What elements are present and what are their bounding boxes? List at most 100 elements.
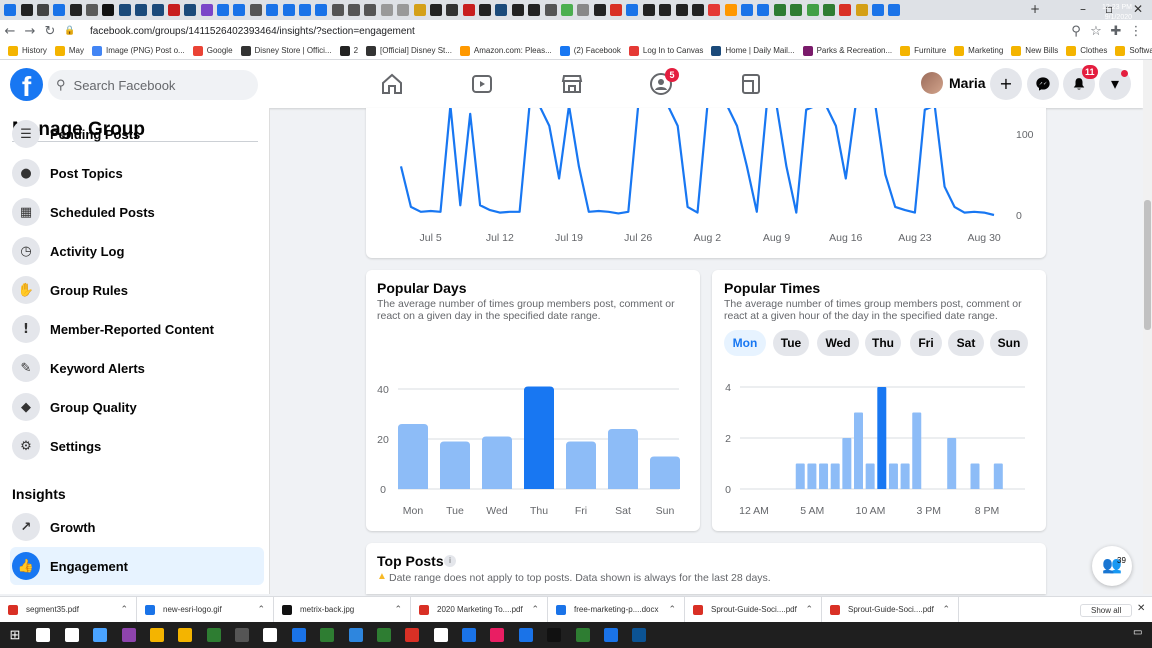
bookmark-item[interactable]: Google [192,45,233,56]
browser-tab-icon[interactable] [364,4,377,16]
chevron-up-icon[interactable]: ⌃ [805,604,813,615]
browser-tab-icon[interactable] [560,4,573,16]
windows-start-icon[interactable]: ⊞ [8,628,22,642]
sidebar-item-growth[interactable]: ↗ Growth [10,509,264,545]
bookmark-item[interactable]: Software [1115,45,1152,56]
browser-tab-icon[interactable] [741,4,754,16]
bar[interactable] [947,438,957,489]
browser-tab-icon[interactable] [233,4,246,16]
browser-tab-icon[interactable] [577,4,590,16]
browser-tab-icon[interactable] [36,4,49,16]
bookmark-item[interactable]: 2 [339,45,358,56]
taskbar-app-icon[interactable] [121,628,136,642]
browser-tab-icon[interactable] [348,4,361,16]
browser-tab-icon[interactable] [462,4,475,16]
bookmark-item[interactable]: May [54,45,84,56]
bar[interactable] [795,463,805,490]
browser-tab-icon[interactable] [855,4,868,16]
browser-tab-icon[interactable] [773,4,786,16]
new-tab-icon[interactable]: + [1030,2,1040,16]
browser-tab-icon[interactable] [659,4,672,16]
sidebar-item-keyword-alerts[interactable]: ✎ Keyword Alerts [10,350,264,386]
browser-tab-icon[interactable] [184,4,197,16]
taskbar-app-icon[interactable] [178,628,193,642]
chevron-up-icon[interactable]: ⌃ [942,604,950,615]
taskbar-app-icon[interactable] [376,628,391,642]
taskbar-app-icon[interactable] [518,628,533,642]
bar[interactable] [865,463,875,490]
download-item[interactable]: 2020 Marketing To....pdf ⌃ [411,597,548,622]
bar[interactable] [608,429,638,489]
bar[interactable] [398,424,428,489]
browser-tab-icon[interactable] [675,4,688,16]
browser-tab-icon[interactable] [429,4,442,16]
day-tab-tue[interactable]: Tue [773,330,809,356]
chevron-up-icon[interactable]: ⌃ [257,604,265,615]
browser-tab-icon[interactable] [331,4,344,16]
browser-tab-icon[interactable] [217,4,230,16]
profile-button[interactable]: Maria [921,72,986,94]
browser-tab-icon[interactable] [118,4,131,16]
day-tab-sun[interactable]: Sun [990,330,1028,356]
bookmark-item[interactable]: Amazon.com: Pleas... [459,45,552,56]
taskbar-app-icon[interactable] [462,628,476,642]
chevron-up-icon[interactable]: ⌃ [394,604,402,615]
minimize-window-icon[interactable]: – [1080,2,1086,16]
chevron-up-icon[interactable]: ⌃ [120,604,128,615]
search-facebook-input[interactable]: ⚲ Search Facebook [48,70,258,100]
bar[interactable] [819,463,829,490]
sidebar-item-settings[interactable]: ⚙ Settings [10,428,264,464]
taskbar-app-icon[interactable] [405,628,420,642]
chevron-up-icon[interactable]: ⌃ [668,604,676,615]
browser-menu-icon[interactable]: ⋮ [1126,24,1146,39]
day-tab-wed[interactable]: Wed [817,330,859,356]
taskbar-app-icon[interactable] [263,628,278,642]
day-tab-sat[interactable]: Sat [948,330,984,356]
taskbar-app-icon[interactable] [547,628,562,642]
sidebar-item-member-reported-content[interactable]: ! Member-Reported Content [10,311,264,347]
browser-tab-icon[interactable] [528,4,541,16]
browser-tab-icon[interactable] [20,4,33,16]
sidebar-item-scheduled-posts[interactable]: ▦ Scheduled Posts [10,194,264,230]
browser-tab-icon[interactable] [397,4,410,16]
facebook-logo[interactable]: f [10,68,43,101]
bookmark-item[interactable]: Log In to Canvas [628,45,703,56]
back-icon[interactable]: ← [0,24,20,39]
taskbar-app-icon[interactable] [320,628,335,642]
browser-tab-icon[interactable] [626,4,639,16]
close-downloads-icon[interactable]: ✕ [1137,603,1145,614]
gaming-icon[interactable] [739,72,763,96]
bar[interactable] [440,441,470,490]
download-item[interactable]: new-esri-logo.gif ⌃ [137,597,274,622]
taskbar-app-icon[interactable] [490,628,505,642]
bar[interactable] [807,463,817,490]
browser-tab-icon[interactable] [200,4,213,16]
taskbar-app-icon[interactable] [206,628,221,642]
browser-tab-icon[interactable] [53,4,66,16]
browser-tab-icon[interactable] [167,4,180,16]
taskbar-app-icon[interactable] [64,628,79,642]
browser-tab-icon[interactable] [511,4,524,16]
url-field[interactable]: facebook.com/groups/1411526402393464/ins… [90,26,415,37]
action-center-icon[interactable]: ▭ [1133,627,1142,638]
browser-tab-icon[interactable] [724,4,737,16]
taskbar-app-icon[interactable] [291,628,306,642]
browser-tab-icon[interactable] [593,4,606,16]
info-icon[interactable]: i [444,555,456,567]
browser-tab-icon[interactable] [872,4,885,16]
taskbar-app-icon[interactable] [36,628,51,642]
marketplace-icon[interactable] [560,72,584,96]
forward-icon[interactable]: → [20,24,40,39]
day-tab-mon[interactable]: Mon [724,330,766,356]
bar[interactable] [650,456,680,490]
bookmark-item[interactable]: Home | Daily Mail... [711,45,795,56]
browser-tab-icon[interactable] [495,4,508,16]
sidebar-item-group-rules[interactable]: ✋ Group Rules [10,272,264,308]
browser-tab-icon[interactable] [249,4,262,16]
browser-tab-icon[interactable] [135,4,148,16]
browser-tab-icon[interactable] [380,4,393,16]
bookmark-item[interactable]: History [8,45,47,56]
browser-tab-icon[interactable] [86,4,99,16]
bar[interactable] [993,463,1003,490]
bookmark-item[interactable]: Marketing [954,45,1003,56]
